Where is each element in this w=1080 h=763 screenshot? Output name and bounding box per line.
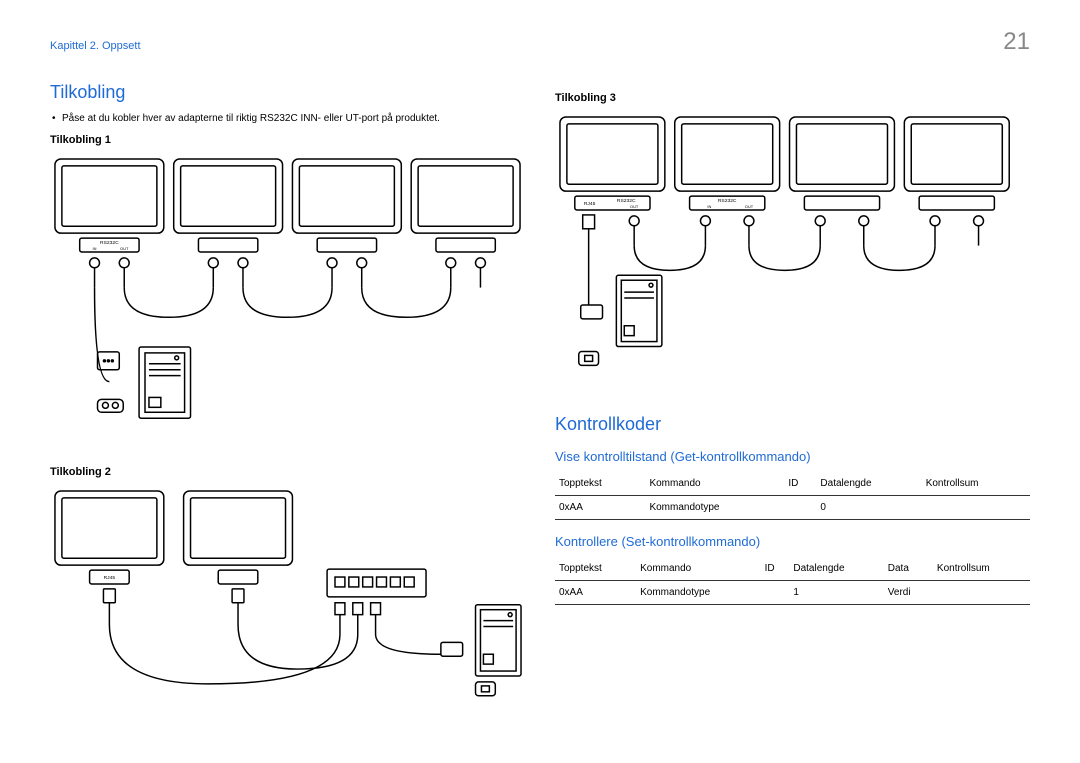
th: ID <box>761 557 790 581</box>
td: Kommandotype <box>636 581 761 605</box>
right-column: Tilkobling 3 RJ45 RS232C OUT RS232C IN <box>555 82 1030 729</box>
out-label: OUT <box>630 204 639 209</box>
chapter-label: Kapittel 2. Oppsett <box>50 40 1030 52</box>
heading-get-command: Vise kontrolltilstand (Get-kontrollkomma… <box>555 449 1030 464</box>
td <box>761 581 790 605</box>
svg-text:RS232C: RS232C <box>718 198 737 204</box>
th: Kommando <box>636 557 761 581</box>
diagram-tilkobling-2: RJ45 <box>50 486 525 714</box>
th: Kommando <box>645 472 784 496</box>
td <box>784 496 816 520</box>
diagram-tilkobling-1: RS232C IN OUT <box>50 154 525 441</box>
note-bullet: Påse at du kobler hver av adapterne til … <box>50 113 525 124</box>
td <box>933 581 1030 605</box>
port-label: RS232C <box>100 240 119 246</box>
th: Topptekst <box>555 472 645 496</box>
td <box>922 496 1030 520</box>
heading-tilkobling: Tilkobling <box>50 82 525 103</box>
in-label: IN <box>93 246 97 251</box>
heading-set-command: Kontrollere (Set-kontrollkommando) <box>555 534 1030 549</box>
td: 0xAA <box>555 496 645 520</box>
td: 1 <box>789 581 883 605</box>
rj45-label: RJ45 <box>584 201 596 207</box>
th: Kontrollsum <box>922 472 1030 496</box>
left-column: Tilkobling Påse at du kobler hver av ada… <box>50 82 525 729</box>
out-label: OUT <box>120 246 129 251</box>
th: Kontrollsum <box>933 557 1030 581</box>
subheading-tilkobling-2: Tilkobling 2 <box>50 466 525 478</box>
td: Kommandotype <box>645 496 784 520</box>
svg-text:IN: IN <box>707 204 711 209</box>
content-columns: Tilkobling Påse at du kobler hver av ada… <box>50 82 1030 729</box>
rj45-label: RJ45 <box>104 575 116 581</box>
td: 0xAA <box>555 581 636 605</box>
th: Data <box>884 557 933 581</box>
page-number: 21 <box>1003 28 1030 56</box>
th: ID <box>784 472 816 496</box>
td: Verdi <box>884 581 933 605</box>
diagram-tilkobling-3: RJ45 RS232C OUT RS232C IN OUT <box>555 112 1030 379</box>
svg-text:OUT: OUT <box>745 204 754 209</box>
td: 0 <box>816 496 921 520</box>
th: Datalengde <box>816 472 921 496</box>
subheading-tilkobling-3: Tilkobling 3 <box>555 92 1030 104</box>
table-get-command: Topptekst Kommando ID Datalengde Kontrol… <box>555 472 1030 520</box>
heading-kontrollkoder: Kontrollkoder <box>555 414 1030 435</box>
th: Datalengde <box>789 557 883 581</box>
table-set-command: Topptekst Kommando ID Datalengde Data Ko… <box>555 557 1030 605</box>
th: Topptekst <box>555 557 636 581</box>
subheading-tilkobling-1: Tilkobling 1 <box>50 134 525 146</box>
